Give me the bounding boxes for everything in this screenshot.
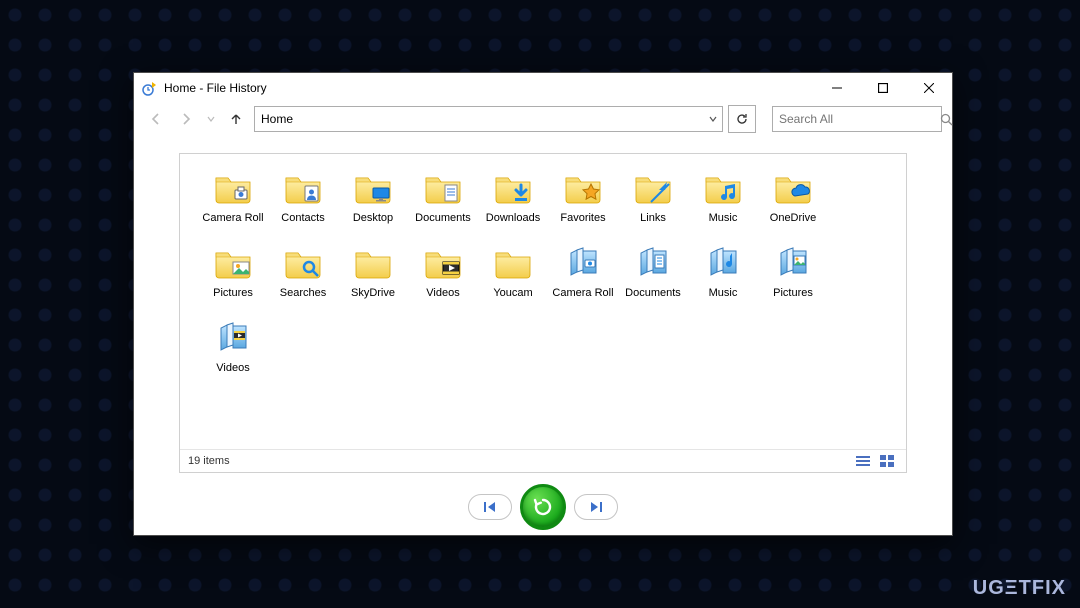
- item-label: Searches: [268, 287, 338, 300]
- view-large-icons-button[interactable]: [876, 452, 898, 470]
- up-button[interactable]: [224, 107, 248, 131]
- item-label: Documents: [408, 212, 478, 225]
- folder-item[interactable]: OneDrive: [758, 168, 828, 225]
- item-label: Videos: [408, 287, 478, 300]
- item-label: Music: [688, 212, 758, 225]
- history-controls: [134, 479, 952, 535]
- address-input[interactable]: [255, 112, 704, 126]
- app-icon: [142, 80, 158, 96]
- items-panel: Camera RollContactsDesktopDocumentsDownl…: [179, 153, 907, 473]
- item-label: Links: [618, 212, 688, 225]
- folder-documents-icon: [423, 168, 463, 208]
- folder-item[interactable]: Videos: [198, 318, 268, 375]
- folder-item[interactable]: Documents: [408, 168, 478, 225]
- next-version-button[interactable]: [574, 494, 618, 520]
- close-button[interactable]: [906, 73, 952, 103]
- status-bar: 19 items: [180, 449, 906, 472]
- restore-button[interactable]: [520, 484, 566, 530]
- item-label: SkyDrive: [338, 287, 408, 300]
- item-label: Music: [688, 287, 758, 300]
- window-controls: [814, 73, 952, 103]
- search-box[interactable]: [772, 106, 942, 132]
- library-camera-icon: [563, 243, 603, 283]
- folder-item[interactable]: Searches: [268, 243, 338, 300]
- search-icon: [940, 113, 953, 126]
- window-title: Home - File History: [164, 81, 267, 95]
- back-button[interactable]: [144, 107, 168, 131]
- folder-downloads-icon: [493, 168, 533, 208]
- folder-item[interactable]: Youcam: [478, 243, 548, 300]
- folder-links-icon: [633, 168, 673, 208]
- folder-pictures-icon: [213, 243, 253, 283]
- item-count: 19 items: [188, 455, 230, 467]
- refresh-button[interactable]: [728, 105, 756, 133]
- folder-desktop-icon: [353, 168, 393, 208]
- folder-item[interactable]: Pictures: [758, 243, 828, 300]
- folder-item[interactable]: Contacts: [268, 168, 338, 225]
- maximize-button[interactable]: [860, 73, 906, 103]
- item-label: Videos: [198, 362, 268, 375]
- folder-music-icon: [703, 168, 743, 208]
- item-label: Camera Roll: [548, 287, 618, 300]
- nav-toolbar: [134, 103, 952, 135]
- recent-dropdown[interactable]: [204, 107, 218, 131]
- folder-item[interactable]: Music: [688, 243, 758, 300]
- folder-contacts-icon: [283, 168, 323, 208]
- item-label: Camera Roll: [198, 212, 268, 225]
- item-label: Contacts: [268, 212, 338, 225]
- item-label: Downloads: [478, 212, 548, 225]
- folder-item[interactable]: Camera Roll: [198, 168, 268, 225]
- folder-item[interactable]: Downloads: [478, 168, 548, 225]
- folder-generic-icon: [493, 243, 533, 283]
- search-input[interactable]: [773, 112, 940, 126]
- minimize-button[interactable]: [814, 73, 860, 103]
- folder-onedrive-icon: [773, 168, 813, 208]
- folder-camera-icon: [213, 168, 253, 208]
- title-bar: Home - File History: [134, 73, 952, 103]
- item-label: Pictures: [758, 287, 828, 300]
- watermark: UGΞTFIX: [973, 577, 1066, 600]
- file-history-window: Home - File History Camera RollContactsD…: [133, 72, 953, 536]
- item-label: Favorites: [548, 212, 618, 225]
- folder-item[interactable]: Camera Roll: [548, 243, 618, 300]
- address-dropdown-icon[interactable]: [704, 115, 722, 123]
- item-label: Youcam: [478, 287, 548, 300]
- view-details-button[interactable]: [852, 452, 874, 470]
- item-label: OneDrive: [758, 212, 828, 225]
- content-area: Camera RollContactsDesktopDocumentsDownl…: [134, 135, 952, 479]
- folder-searches-icon: [283, 243, 323, 283]
- library-music-icon: [703, 243, 743, 283]
- item-label: Documents: [618, 287, 688, 300]
- folder-generic-icon: [353, 243, 393, 283]
- items-grid[interactable]: Camera RollContactsDesktopDocumentsDownl…: [180, 154, 906, 449]
- library-documents-icon: [633, 243, 673, 283]
- folder-item[interactable]: Videos: [408, 243, 478, 300]
- address-bar[interactable]: [254, 106, 723, 132]
- previous-version-button[interactable]: [468, 494, 512, 520]
- folder-item[interactable]: Documents: [618, 243, 688, 300]
- folder-item[interactable]: Links: [618, 168, 688, 225]
- folder-item[interactable]: Music: [688, 168, 758, 225]
- library-videos-icon: [213, 318, 253, 358]
- folder-item[interactable]: Desktop: [338, 168, 408, 225]
- folder-item[interactable]: SkyDrive: [338, 243, 408, 300]
- folder-videos-icon: [423, 243, 463, 283]
- folder-item[interactable]: Pictures: [198, 243, 268, 300]
- folder-item[interactable]: Favorites: [548, 168, 618, 225]
- folder-favorites-icon: [563, 168, 603, 208]
- item-label: Pictures: [198, 287, 268, 300]
- item-label: Desktop: [338, 212, 408, 225]
- forward-button[interactable]: [174, 107, 198, 131]
- library-pictures-icon: [773, 243, 813, 283]
